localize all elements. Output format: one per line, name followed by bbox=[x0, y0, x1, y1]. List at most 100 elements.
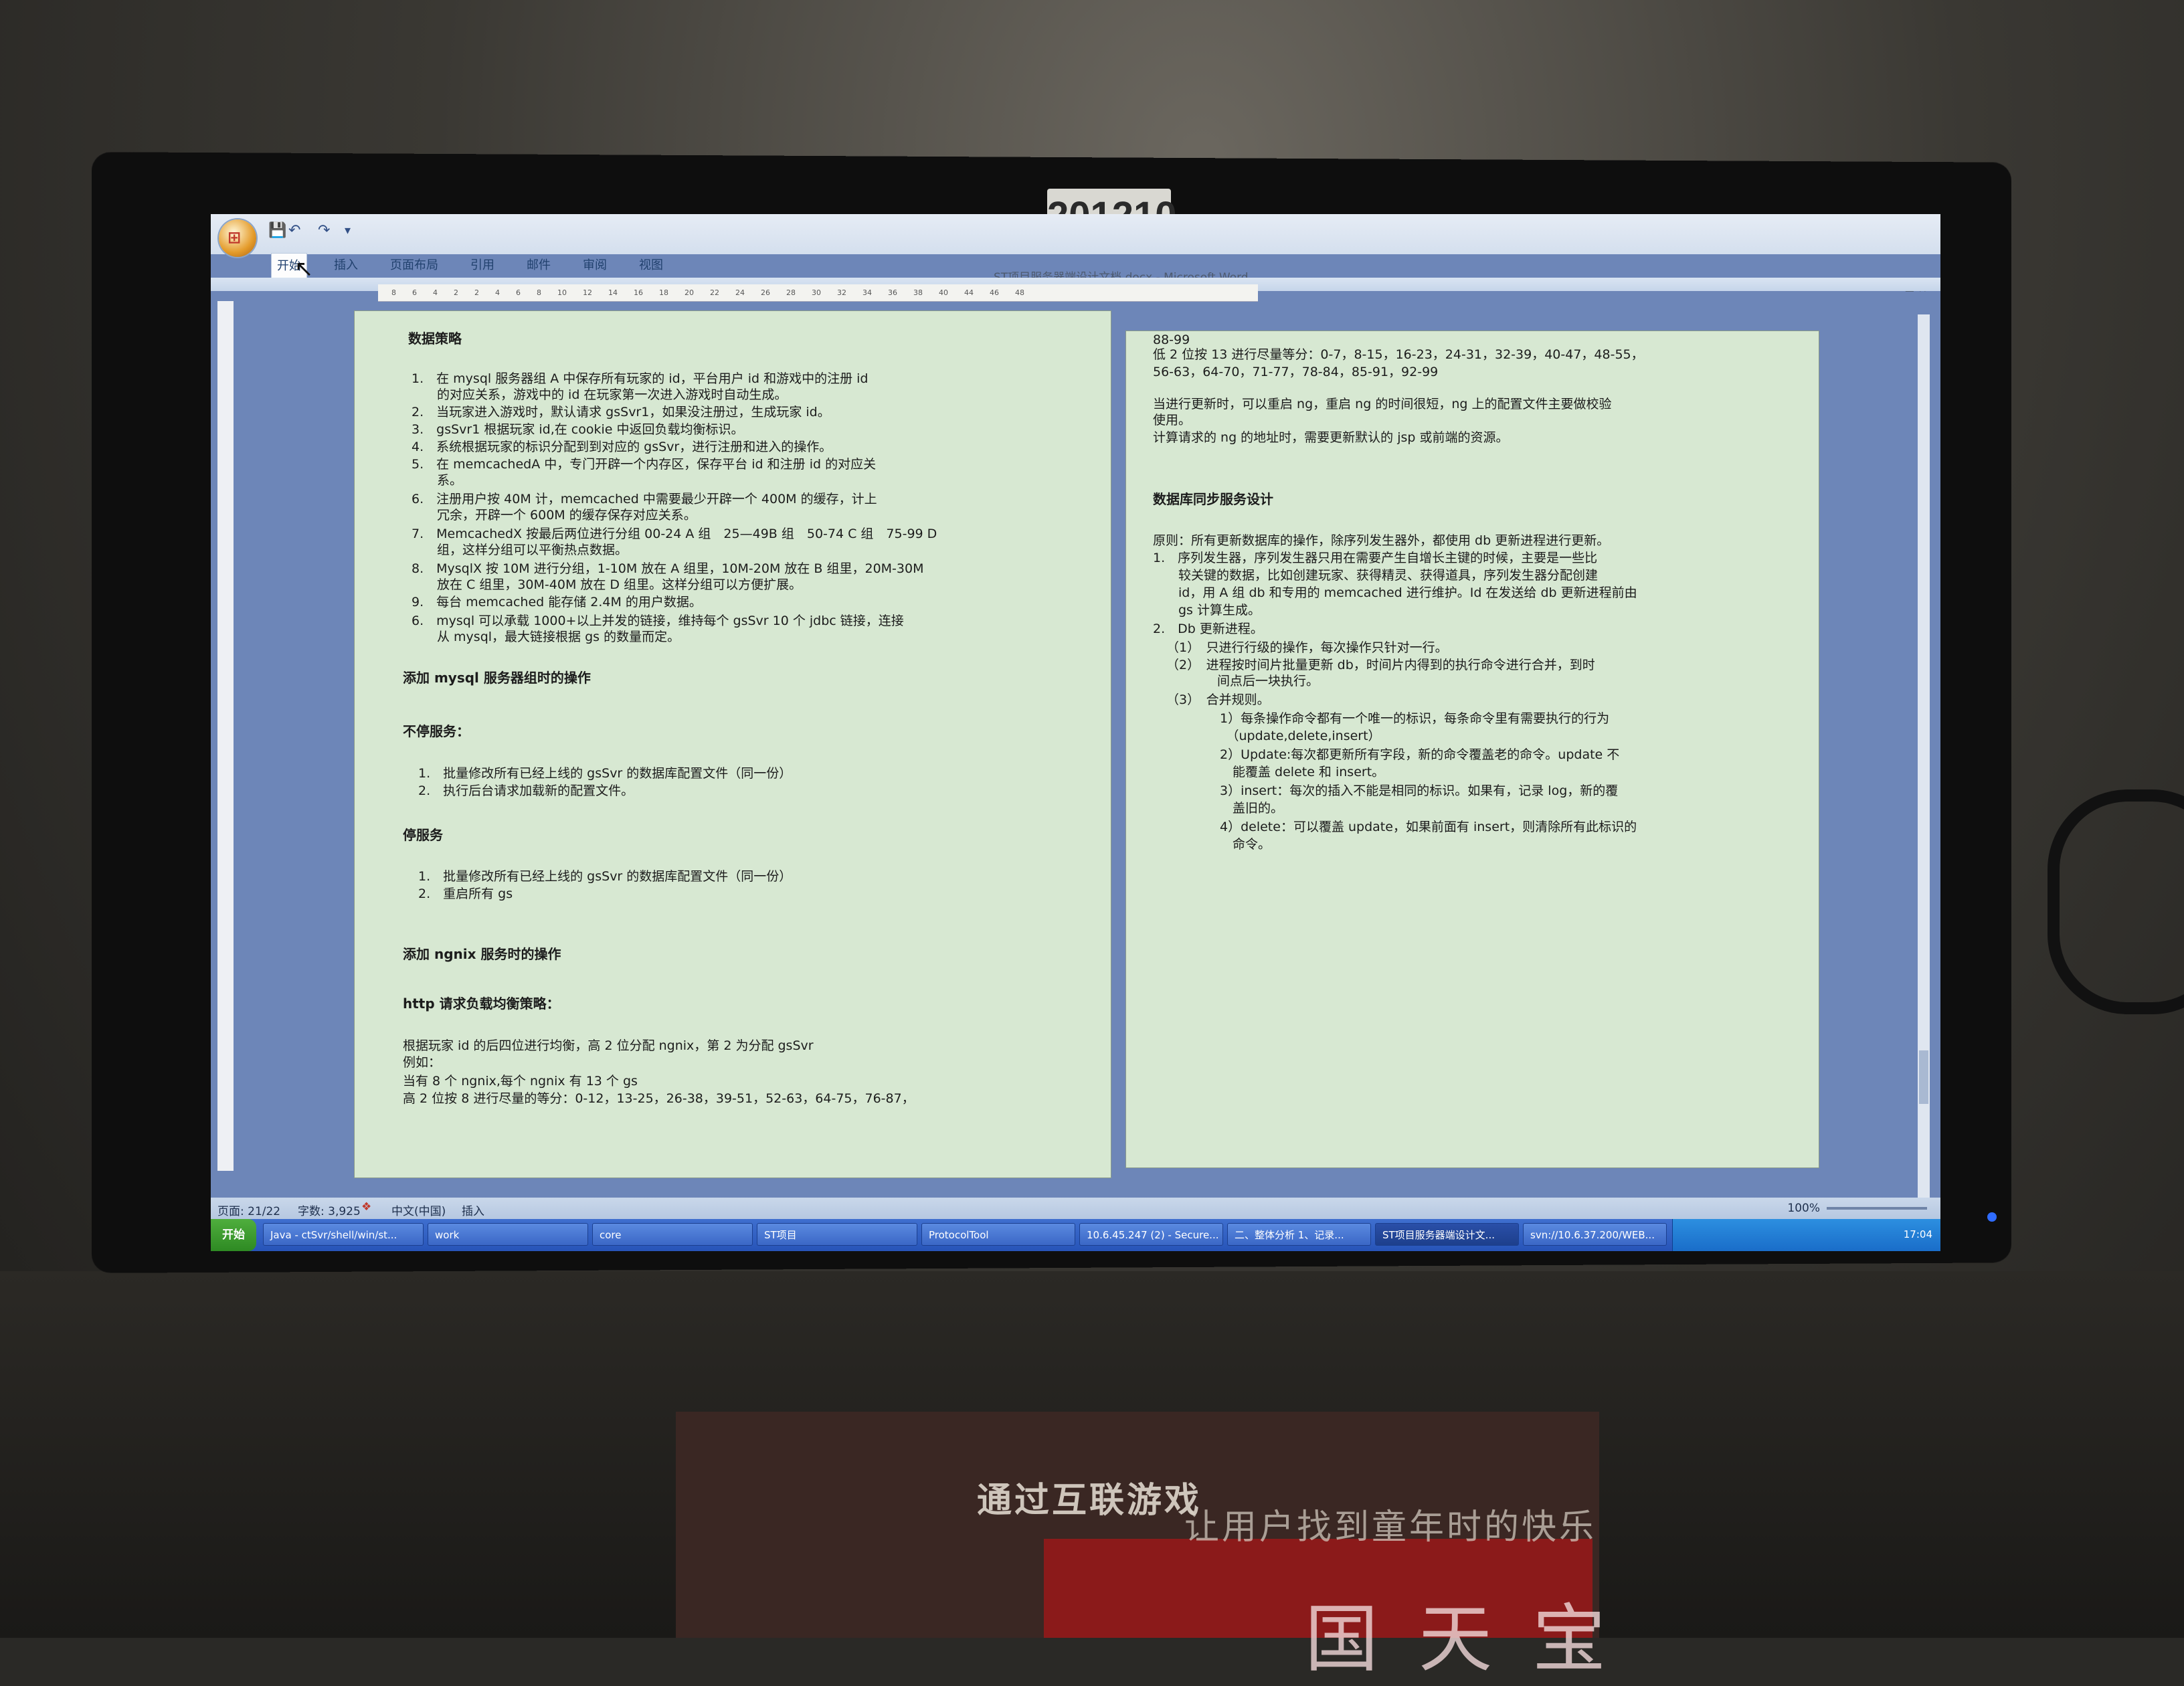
list-item: 从 mysql，最大链接根据 gs 的数量而定。 bbox=[412, 630, 680, 644]
taskbar-item[interactable]: 10.6.45.247 (2) - Secure... bbox=[1079, 1223, 1223, 1246]
desk-fan bbox=[2047, 789, 2184, 1014]
office-logo-icon: ⊞ bbox=[227, 228, 242, 247]
paragraph: 原则：所有更新数据库的操作，除序列发生器外，都使用 db 更新进程进行更新。 bbox=[1153, 533, 1610, 548]
ruler-tick: 8 bbox=[537, 288, 541, 297]
ruler-tick: 46 bbox=[990, 288, 999, 297]
tab-review[interactable]: 审阅 bbox=[577, 253, 612, 280]
list-item: 1）每条操作命令都有一个唯一的标识，每条命令里有需要执行的行为 bbox=[1220, 711, 1610, 726]
ruler-tick: 44 bbox=[964, 288, 974, 297]
taskbar-item[interactable]: work bbox=[428, 1223, 588, 1246]
zoom-level[interactable]: 100% bbox=[1787, 1202, 1820, 1215]
taskbar-item[interactable]: Java - ctSvr/shell/win/st... bbox=[263, 1223, 424, 1246]
undo-icon[interactable]: ↶ bbox=[288, 222, 300, 239]
scrollbar-thumb[interactable] bbox=[1919, 1050, 1928, 1104]
ruler-tick: 34 bbox=[862, 288, 872, 297]
paragraph: 低 2 位按 13 进行尽量等分：0-7，8-15，16-23，24-31，32… bbox=[1153, 347, 1644, 362]
quick-access-more-icon[interactable]: ▾ bbox=[345, 223, 351, 238]
system-tray[interactable]: 17:04 bbox=[1672, 1219, 1940, 1251]
list-item: id，用 A 组 db 和专用的 memcached 进行维护。Id 在发送给 … bbox=[1153, 585, 1637, 600]
status-word-count[interactable]: 字数: 3,925 bbox=[298, 1202, 361, 1218]
status-language[interactable]: 中文(中国) bbox=[391, 1202, 446, 1218]
paragraph: 当有 8 个 ngnix,每个 ngnix 有 13 个 gs bbox=[403, 1074, 638, 1089]
ruler-tick: 6 bbox=[516, 288, 521, 297]
list-item: 1. 批量修改所有已经上线的 gsSvr 的数据库配置文件（同一份） bbox=[418, 869, 792, 884]
taskbar-item[interactable]: ST项目 bbox=[757, 1223, 917, 1246]
list-item: 系。 bbox=[412, 473, 463, 488]
list-item: 能覆盖 delete 和 insert。 bbox=[1220, 765, 1385, 779]
ribbon-tabs: 开始 插入 页面布局 引用 邮件 审阅 视图 bbox=[271, 253, 668, 280]
taskbar-item[interactable]: 二、整体分析 1、记录... bbox=[1227, 1223, 1371, 1246]
ruler-tick: 2 bbox=[474, 288, 479, 297]
vertical-ruler[interactable] bbox=[217, 301, 234, 1171]
poster-slogan: 通过互联游戏 bbox=[977, 1481, 1202, 1521]
list-item: 8. MysqlX 按 10M 进行分组，1-10M 放在 A 组里，10M-2… bbox=[412, 561, 924, 576]
ruler-tick: 14 bbox=[608, 288, 618, 297]
screen: ⊞ 💾 ↶ ↷ ▾ 开始 插入 页面布局 引用 邮件 审阅 视图 ST项目服务器… bbox=[211, 214, 1940, 1251]
start-button[interactable]: 开始 bbox=[211, 1219, 256, 1251]
list-item: 2. 执行后台请求加载新的配置文件。 bbox=[418, 783, 634, 798]
list-item: （3） 合并规则。 bbox=[1166, 692, 1270, 707]
taskbar: 开始 Java - ctSvr/shell/win/st... work cor… bbox=[211, 1219, 1940, 1251]
vertical-scrollbar[interactable] bbox=[1918, 314, 1930, 1198]
status-insert-mode[interactable]: 插入 bbox=[462, 1202, 484, 1218]
save-icon[interactable]: 💾 bbox=[268, 222, 286, 239]
status-page-count[interactable]: 页面: 21/22 bbox=[217, 1202, 280, 1218]
proofing-icon[interactable]: ❖ bbox=[361, 1200, 371, 1214]
tab-mailings[interactable]: 邮件 bbox=[521, 253, 556, 280]
clock[interactable]: 17:04 bbox=[1904, 1228, 1932, 1240]
ruler-tick: 26 bbox=[761, 288, 770, 297]
ruler-tick: 4 bbox=[433, 288, 438, 297]
ruler-tick: 6 bbox=[412, 288, 417, 297]
ruler-tick: 32 bbox=[837, 288, 846, 297]
ruler-tick: 38 bbox=[913, 288, 923, 297]
document-page-right[interactable]: 88-99 低 2 位按 13 进行尽量等分：0-7，8-15，16-23，24… bbox=[1126, 331, 1819, 1167]
redo-icon[interactable]: ↷ bbox=[318, 222, 330, 239]
poster-slogan-2: 让用户找到童年时的快乐 bbox=[1184, 1507, 1597, 1548]
ruler-tick: 16 bbox=[634, 288, 643, 297]
horizontal-ruler[interactable]: 8 6 4 2 2 4 6 8 10 12 14 16 18 20 22 24 … bbox=[378, 284, 1258, 302]
paragraph: 根据玩家 id 的后四位进行均衡，高 2 位分配 ngnix，第 2 为分配 g… bbox=[403, 1038, 814, 1053]
poster-brand: 国天宝 bbox=[1305, 1596, 1646, 1682]
tab-insert[interactable]: 插入 bbox=[329, 253, 363, 280]
heading-nonstop: 不停服务： bbox=[403, 723, 470, 739]
list-item: （1） 只进行行级的操作，每次操作只针对一行。 bbox=[1166, 640, 1448, 655]
tab-references[interactable]: 引用 bbox=[465, 253, 500, 280]
heading-add-ngnix: 添加 ngnix 服务时的操作 bbox=[403, 946, 561, 962]
paragraph: 当进行更新时，可以重启 ng，重启 ng 的时间很短，ng 上的配置文件主要做校… bbox=[1153, 397, 1612, 411]
mouse-cursor-icon: ↖ bbox=[294, 256, 314, 282]
ruler-tick: 8 bbox=[391, 288, 396, 297]
list-item: 较关键的数据，比如创建玩家、获得精灵、获得道具，序列发生器分配创建 bbox=[1153, 568, 1599, 583]
list-item: 1. 序列发生器，序列发生器只用在需要产生自增长主键的时候，主要是一些比 bbox=[1153, 551, 1598, 565]
zoom-slider[interactable] bbox=[1827, 1207, 1927, 1210]
ruler-tick: 36 bbox=[888, 288, 897, 297]
list-item: 1. 在 mysql 服务器组 A 中保存所有玩家的 id，平台用户 id 和游… bbox=[412, 371, 869, 386]
ruler-tick: 2 bbox=[454, 288, 458, 297]
heading-db-sync: 数据库同步服务设计 bbox=[1153, 491, 1273, 507]
power-led-icon bbox=[1987, 1212, 1997, 1222]
list-item: （update,delete,insert） bbox=[1220, 729, 1381, 743]
ruler-tick: 12 bbox=[583, 288, 592, 297]
taskbar-item[interactable]: ProtocolTool bbox=[921, 1223, 1075, 1246]
list-item: 1. 批量修改所有已经上线的 gsSvr 的数据库配置文件（同一份） bbox=[418, 766, 792, 781]
tab-view[interactable]: 视图 bbox=[634, 253, 668, 280]
list-item: gs 计算生成。 bbox=[1153, 603, 1261, 618]
ruler-tick: 30 bbox=[812, 288, 821, 297]
heading-data-strategy: 数据策略 bbox=[408, 331, 462, 347]
taskbar-item-active[interactable]: ST项目服务器端设计文... bbox=[1375, 1223, 1519, 1246]
paragraph: 例如： bbox=[403, 1055, 442, 1070]
list-item: 命令。 bbox=[1220, 837, 1271, 852]
list-item: 4）delete：可以覆盖 update，如果前面有 insert，则清除所有此… bbox=[1220, 820, 1637, 834]
list-item: 6. mysql 可以承载 1000+以上并发的链接，维持每个 gsSvr 10… bbox=[412, 614, 904, 628]
taskbar-item[interactable]: svn://10.6.37.200/WEB... bbox=[1523, 1223, 1667, 1246]
heading-stop: 停服务 bbox=[403, 827, 443, 843]
office-button[interactable]: ⊞ bbox=[219, 219, 256, 257]
list-item: 的对应关系，游戏中的 id 在玩家第一次进入游戏时自动生成。 bbox=[412, 387, 788, 402]
tab-page-layout[interactable]: 页面布局 bbox=[385, 253, 444, 280]
taskbar-item[interactable]: core bbox=[592, 1223, 753, 1246]
ruler-tick: 10 bbox=[557, 288, 567, 297]
list-item: 7. MemcachedX 按最后两位进行分组 00-24 A 组 25—49B… bbox=[412, 527, 937, 541]
list-item: 5. 在 memcachedA 中，专门开辟一个内存区，保存平台 id 和注册 … bbox=[412, 457, 877, 472]
list-item: 6. 注册用户按 40M 计，memcached 中需要最少开辟一个 400M … bbox=[412, 492, 877, 506]
document-page-left[interactable]: 数据策略 1. 在 mysql 服务器组 A 中保存所有玩家的 id，平台用户 … bbox=[355, 311, 1111, 1178]
list-item: 间点后一块执行。 bbox=[1166, 674, 1320, 688]
